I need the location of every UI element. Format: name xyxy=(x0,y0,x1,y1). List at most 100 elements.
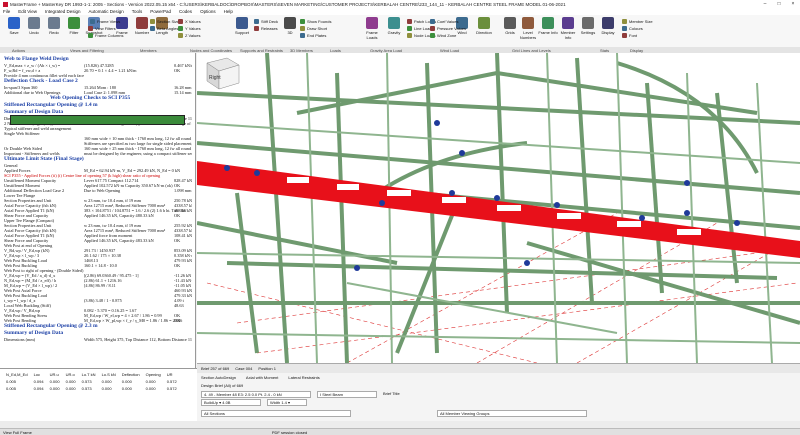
window-title: MasterFrame + MasterKey DR 1993-1-1: 200… xyxy=(10,1,566,7)
display-button[interactable]: Display xyxy=(598,17,618,43)
table-cell: 0.572 xyxy=(166,386,177,391)
position-selector[interactable]: Position 1 xyxy=(258,366,276,371)
undo-button[interactable]: Undo xyxy=(24,17,44,43)
support-button[interactable]: Support xyxy=(232,17,252,43)
small-tool-label: Member Size xyxy=(629,18,653,24)
menu-edit-view[interactable]: Edit View xyxy=(18,9,37,14)
table-row[interactable]: 0.005 0.094 0.000 0.000 0.573 0.000 0.000 0.000… xyxy=(4,386,179,391)
table-header-cell: Opening xyxy=(145,372,161,377)
beam-type-select[interactable]: I Steel Beam xyxy=(317,391,377,398)
colours-button[interactable]: Colours xyxy=(622,25,643,31)
menu-tools[interactable]: Tools xyxy=(132,9,143,14)
menu-integrated-design[interactable]: Integrated Design xyxy=(45,9,81,14)
tab-axial-with-moment[interactable]: Axial with Moment xyxy=(246,375,278,380)
ribbon-button-label: Filter xyxy=(69,30,79,35)
brief-counter[interactable]: Brief 257 of 669 xyxy=(201,366,229,371)
close-button[interactable]: × xyxy=(786,1,800,7)
view-cube[interactable]: Right xyxy=(206,57,240,90)
table-row[interactable]: 0.005 0.094 0.000 0.000 0.573 0.000 0.000 0.000… xyxy=(4,379,179,384)
end-plates-button[interactable]: End Plates xyxy=(300,32,326,38)
table-cell: 0.000 xyxy=(145,379,156,384)
table-header-cell: Lo.S kN xyxy=(101,372,116,377)
width-select[interactable]: Width 1.4 ▾ xyxy=(267,399,307,406)
status-bar: View Full Frame PDF session closed xyxy=(0,428,800,435)
menu-help[interactable]: Help xyxy=(224,9,233,14)
member-info-button[interactable]: Member Info xyxy=(558,17,578,43)
small-tool-icon xyxy=(622,18,627,24)
menu-powerpad[interactable]: PowerPad xyxy=(150,9,171,14)
ribbon-button-label: Frame Info xyxy=(538,30,558,35)
minimize-button[interactable]: – xyxy=(758,1,772,7)
level-numbers-button[interactable]: Level Numbers xyxy=(518,17,538,43)
section-sizes-button[interactable]: Section Sizes xyxy=(150,18,181,24)
small-tool-label: Z Values xyxy=(185,32,201,38)
redo-button[interactable]: Redo xyxy=(44,17,64,43)
case-selector[interactable]: Case 004 xyxy=(235,366,252,371)
gravity-icon xyxy=(388,17,400,29)
grids-button[interactable]: Grids xyxy=(500,17,520,43)
tab-section-autodesign[interactable]: Section AutoDesign xyxy=(201,375,236,380)
number-button[interactable]: Number xyxy=(132,17,152,43)
gravity-button[interactable]: Gravity xyxy=(384,17,404,43)
coef-values-button[interactable]: Coef Values xyxy=(430,18,459,24)
pressure-values-button[interactable]: Pressure Values xyxy=(430,25,466,31)
level-numbers-icon xyxy=(522,17,534,29)
small-tool-icon xyxy=(88,32,93,38)
buildup-select[interactable]: BuildUp ▾ 4.0B xyxy=(201,399,261,406)
maximize-button[interactable]: □ xyxy=(772,1,786,7)
member-viewing-groups-select[interactable]: All Member Viewing Groups xyxy=(437,410,587,417)
y-values-button[interactable]: Y Values xyxy=(178,25,201,31)
z-values-button[interactable]: Z Values xyxy=(178,32,201,38)
table-cell: 0.005 xyxy=(6,386,17,391)
table-header-cell: Deflection xyxy=(121,372,140,377)
status-left: View Full Frame xyxy=(3,429,32,435)
table-cell: 0.000 xyxy=(121,379,132,384)
small-tool-icon xyxy=(622,25,627,31)
save-button[interactable]: Save xyxy=(4,17,24,43)
menu-automatic-design[interactable]: Automatic Design xyxy=(88,9,123,14)
3d-model-viewport[interactable]: Right xyxy=(197,53,800,363)
member-size-button[interactable]: Member Size xyxy=(622,18,653,24)
frame-columns-button[interactable]: Frame Columns xyxy=(88,32,123,38)
show-founds-button[interactable]: Show Founds xyxy=(300,18,331,24)
ribbon-button-label: Redo xyxy=(49,30,59,35)
view-filters-button[interactable]: View Filters xyxy=(88,25,116,31)
table-cell: 0.000 xyxy=(145,386,156,391)
menu-bar: File Edit View Integrated Design Automat… xyxy=(0,8,800,15)
ribbon-button-label: Gravity xyxy=(387,30,401,35)
table-cell: 0.000 xyxy=(49,379,60,384)
app-logo-icon xyxy=(3,1,8,7)
small-tool-icon xyxy=(254,25,259,31)
viewport-status-bar: Brief 257 of 669 Case 004 Position 1 xyxy=(197,363,800,373)
releases-button[interactable]: Releases xyxy=(254,25,278,31)
direction-button[interactable]: Direction xyxy=(474,17,494,43)
display-icon xyxy=(602,17,614,29)
small-tool-label: Frame Columns xyxy=(95,32,124,38)
menu-codes[interactable]: Codes xyxy=(179,9,192,14)
3d-button[interactable]: 3D xyxy=(280,17,300,43)
settings-button[interactable]: Settings xyxy=(578,17,598,43)
small-tool-label: End Plates xyxy=(307,32,327,38)
tab-lateral-restraints[interactable]: Lateral Restraints xyxy=(288,375,319,380)
design-report-pane[interactable]: Web to Flange Weld Design V_Ed,max × z_w … xyxy=(0,53,196,368)
brief-title-label: Brief Title xyxy=(383,391,400,396)
member-selector[interactable]: 4. 49 - Member 48 E3: 2.5 0.0 Pt. 2.4 - … xyxy=(201,391,311,398)
menu-file[interactable]: File xyxy=(3,9,10,14)
menu-options[interactable]: Options xyxy=(200,9,216,14)
frame-loads-button[interactable]: Frame Loads xyxy=(362,17,382,43)
wind-zone-button[interactable]: Wind Zone xyxy=(430,32,456,38)
font-button[interactable]: Font xyxy=(622,32,637,38)
filter-button[interactable]: Filter xyxy=(64,17,84,43)
frame-views-button[interactable]: Frame Views xyxy=(90,18,120,24)
small-tool-icon xyxy=(622,32,627,38)
draw-short-button[interactable]: Draw Short xyxy=(300,25,327,31)
stiff-deck-button[interactable]: Stiff Deck xyxy=(254,18,278,24)
small-tool-label: Beta Angles xyxy=(157,25,179,31)
beta-angles-button[interactable]: Beta Angles xyxy=(150,25,178,31)
ribbon-button-label: Frame Loads xyxy=(366,30,378,40)
small-tool-label: Frame Views xyxy=(97,18,121,24)
all-sections-select[interactable]: All Sections xyxy=(201,410,351,417)
x-values-button[interactable]: X Values xyxy=(178,18,201,24)
frame-info-button[interactable]: Frame Info xyxy=(538,17,558,43)
save-icon xyxy=(8,17,20,29)
